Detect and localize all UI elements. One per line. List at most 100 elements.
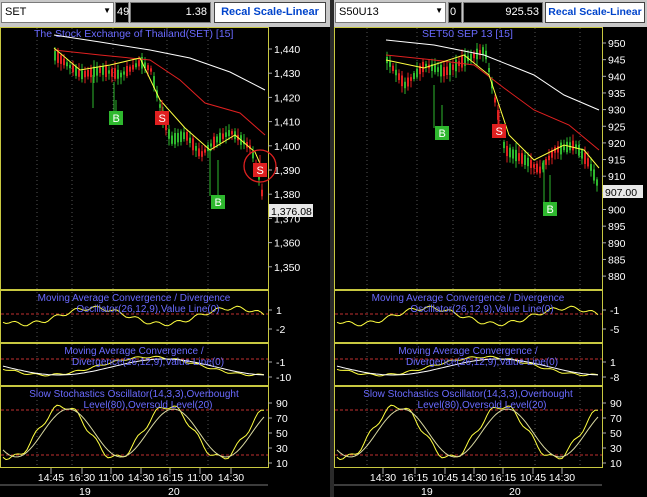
time-label: 14:30 [128, 472, 154, 484]
price-tick-label: 930 [608, 105, 626, 117]
candle [512, 149, 514, 159]
candle [563, 145, 565, 151]
stochastic-line [336, 408, 599, 458]
candle [78, 70, 80, 77]
candle [177, 133, 179, 143]
stochastic-tick-label: 50 [276, 428, 288, 440]
candle [572, 140, 574, 151]
candle [228, 130, 230, 137]
macd-tick-label: 1 [610, 357, 616, 369]
candle [180, 131, 182, 142]
stochastic-tick-label: 90 [276, 398, 288, 410]
signal-marker-label: B [113, 113, 120, 125]
candle [63, 58, 65, 66]
candle [69, 64, 71, 69]
time-label: 14:30 [218, 472, 244, 484]
candle [557, 145, 559, 153]
price-tick-label: 910 [608, 171, 626, 183]
price-tick-label: 890 [608, 238, 626, 250]
time-label: 16:30 [69, 472, 95, 484]
price-tick-label: 1,350 [274, 262, 300, 274]
stochastic-title: Slow Stochastics Oscillator(14,3,3),Over… [29, 389, 239, 400]
candle [425, 63, 427, 67]
candle [174, 133, 176, 145]
stochastic-tick-label: 50 [610, 428, 622, 440]
candle [449, 63, 451, 75]
price-chart-s50[interactable]: SET50 SEP 13 [15] 950 945 940 935 930 925 920 91… [334, 0, 647, 497]
stochastic-tick-label: 30 [276, 443, 288, 455]
candle [60, 55, 62, 64]
candle [225, 132, 227, 137]
macd-oscillator-tick-label: -1 [610, 305, 619, 317]
candle [590, 164, 592, 171]
macd-oscillator-subtitle: Oscillator(26,12,9),Value Line(0) [410, 304, 553, 315]
candle [105, 65, 107, 78]
macd-oscillator-title: Moving Average Convergence / Divergence [372, 293, 565, 304]
macd-subtitle: Divergence(26,12,9),Value Line(0) [406, 357, 558, 368]
macd-tick-label: -1 [276, 357, 285, 369]
macd-oscillator-subtitle: Oscillator(26,12,9),Value Line(0) [76, 304, 219, 315]
candle [452, 64, 454, 70]
candle [587, 158, 589, 167]
price-tick-label: 945 [608, 55, 626, 67]
signal-marker-label: S [257, 165, 264, 177]
candle [443, 67, 445, 77]
date-label: 20 [168, 486, 180, 497]
macd-subtitle: Divergence(26,12,9),Value Line(0) [72, 357, 224, 368]
last-price-label: 1,376.08 [271, 206, 312, 218]
candle [114, 68, 116, 79]
last-price-label: 907.00 [605, 187, 637, 199]
time-label: 14:45 [38, 472, 64, 484]
macd-title: Moving Average Convergence / [398, 346, 538, 357]
price-panel-frame [0, 27, 269, 290]
candle [521, 153, 523, 164]
candle [422, 61, 424, 73]
candle [150, 68, 152, 72]
candle [129, 66, 131, 72]
candle [90, 67, 92, 78]
price-tick-label: 940 [608, 71, 626, 83]
candle [527, 157, 529, 167]
candle [548, 155, 550, 161]
stochastic-line [2, 404, 265, 461]
time-label: 14:30 [461, 472, 487, 484]
candle [440, 64, 442, 77]
price-chart-set[interactable]: The Stock Exchange of Thailand(SET) [15]… [0, 0, 330, 497]
time-label: 10:45 [520, 472, 546, 484]
candle [539, 166, 541, 174]
price-tick-label: 885 [608, 254, 626, 266]
price-tick-label: 900 [608, 205, 626, 217]
candle [204, 149, 206, 153]
candle [401, 75, 403, 87]
candle [99, 67, 101, 73]
price-tick-label: 1,410 [274, 117, 300, 129]
candle [231, 131, 233, 135]
candle [261, 189, 263, 197]
candle [524, 154, 526, 166]
macd-oscillator-title: Moving Average Convergence / Divergence [38, 293, 231, 304]
candle [446, 66, 448, 75]
macd-oscillator-tick-label: 1 [276, 305, 282, 317]
candle [189, 137, 191, 144]
chart-title: The Stock Exchange of Thailand(SET) [15] [34, 28, 233, 40]
chart-pane-s50: S50U13 ▼ 0 925.53 Recal Scale-Linear SET… [334, 0, 647, 497]
price-tick-label: 950 [608, 38, 626, 50]
price-tick-label: 1,420 [274, 92, 300, 104]
candle [108, 70, 110, 74]
candle [416, 68, 418, 78]
candle [389, 61, 391, 67]
candle [138, 60, 140, 67]
time-label: 14:30 [370, 472, 396, 484]
candle [413, 73, 415, 79]
price-tick-label: 1,380 [274, 189, 300, 201]
candle [407, 77, 409, 87]
candle [186, 132, 188, 141]
stochastic-tick-label: 90 [610, 398, 622, 410]
candle [404, 81, 406, 89]
stochastic-tick-label: 70 [276, 413, 288, 425]
time-label: 11:00 [187, 472, 213, 484]
price-tick-label: 1,440 [274, 44, 300, 56]
stochastic-tick-label: 30 [610, 443, 622, 455]
candle [54, 49, 56, 61]
candle [506, 145, 508, 157]
